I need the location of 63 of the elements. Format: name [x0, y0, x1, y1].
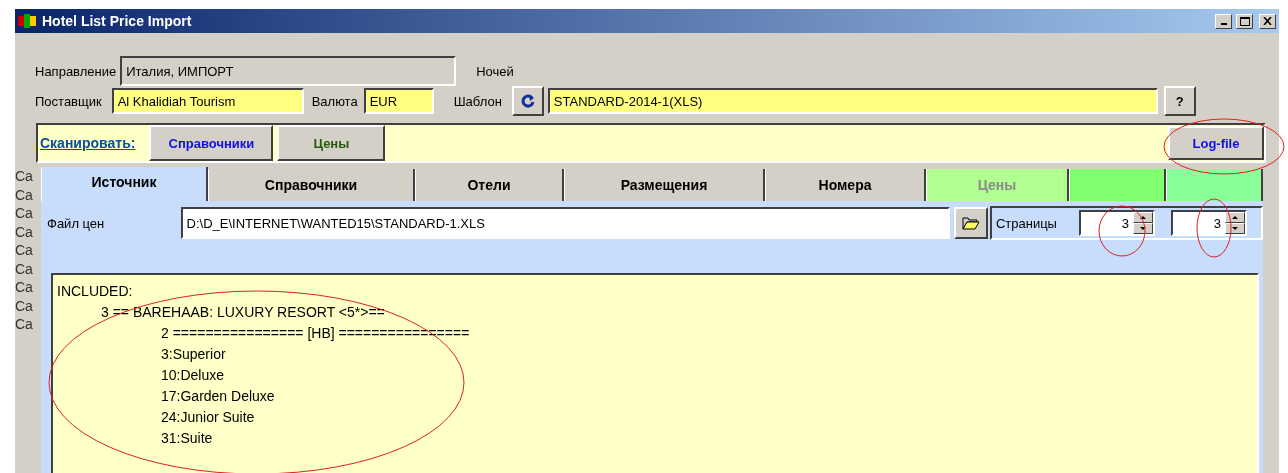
folder-icon — [961, 216, 980, 230]
template-field[interactable]: STANDARD-2014-1(XLS) — [547, 88, 1158, 114]
up-arrow-icon — [1231, 216, 1238, 219]
background-label: Ca — [15, 296, 34, 315]
scan-link[interactable]: Сканировать: — [40, 135, 136, 151]
log-line: 17:Garden Deluxe — [161, 387, 276, 406]
currency-field[interactable]: EUR — [363, 88, 434, 114]
background-label: Ca — [15, 241, 34, 260]
tab[interactable]: Справочники — [208, 169, 415, 201]
background-label: Ca — [15, 167, 34, 186]
app-icon — [18, 13, 38, 29]
tab[interactable]: Размещения — [564, 169, 765, 201]
down-arrow-icon — [1231, 227, 1238, 230]
log-line: 24:Junior Suite — [161, 408, 256, 427]
background-label: Ca — [15, 278, 34, 297]
background-label: Ca — [15, 315, 34, 334]
spin-up-button[interactable] — [1132, 212, 1153, 223]
window-title: Hotel List Price Import — [42, 13, 193, 29]
log-file-button[interactable]: Log-file — [1168, 126, 1264, 160]
background-label: Ca — [15, 185, 34, 204]
file-path-field[interactable]: D:\D_E\INTERNET\WANTED15\STANDARD-1.XLS — [180, 207, 950, 239]
tab[interactable]: Отели — [415, 169, 564, 201]
up-arrow-icon — [1139, 216, 1146, 219]
close-button[interactable] — [1259, 13, 1276, 29]
field-label: Поставщик — [35, 93, 102, 109]
field-label: Валюта — [311, 93, 358, 109]
spin-down-button[interactable] — [1224, 223, 1245, 234]
refresh-button[interactable] — [511, 86, 544, 116]
tab[interactable]: Номера — [765, 169, 926, 201]
ellipse-annotation — [1098, 205, 1146, 257]
spin-up-button[interactable] — [1224, 212, 1245, 223]
help-button[interactable]: ? — [1163, 86, 1196, 116]
tab[interactable]: Источник — [41, 167, 208, 201]
background-label: Ca — [15, 222, 34, 241]
field-label: Страницы — [995, 215, 1057, 231]
field-label: Шаблон — [453, 93, 502, 109]
field-label: Направление — [35, 63, 117, 79]
page-to-spinner[interactable]: 3 — [1170, 210, 1247, 236]
ellipse-annotation — [1196, 198, 1232, 258]
scan-button[interactable]: Цены — [277, 125, 386, 161]
down-arrow-icon — [1139, 227, 1146, 230]
close-icon — [1263, 17, 1272, 25]
spin-down-button[interactable] — [1132, 223, 1153, 234]
log-line: 10:Deluxe — [161, 366, 226, 385]
direction-field[interactable]: Италия, ИМПОРТ — [120, 56, 457, 86]
log-line: 31:Suite — [161, 429, 214, 448]
log-line: INCLUDED: — [57, 282, 134, 301]
field-label: Файл цен — [47, 215, 106, 231]
supplier-field[interactable]: Al Khalidiah Tourism — [111, 88, 304, 114]
log-line: 3 == BAREHAAB: LUXURY RESORT <5*>== — [101, 303, 386, 322]
refresh-icon — [520, 94, 535, 108]
minimize-button[interactable] — [1215, 13, 1232, 29]
maximize-button[interactable] — [1236, 13, 1253, 29]
log-line: 3:Superior — [161, 345, 227, 364]
page-from-spinner[interactable]: 3 — [1078, 210, 1155, 236]
maximize-icon — [1239, 16, 1250, 26]
open-folder-button[interactable] — [954, 207, 988, 239]
tab[interactable] — [1166, 169, 1263, 201]
scan-button[interactable]: Справочники — [149, 125, 274, 161]
background-label: Ca — [15, 259, 34, 278]
background-label: Ca — [15, 204, 34, 223]
field-label: Ночей — [476, 63, 514, 79]
tab[interactable] — [1069, 169, 1166, 201]
